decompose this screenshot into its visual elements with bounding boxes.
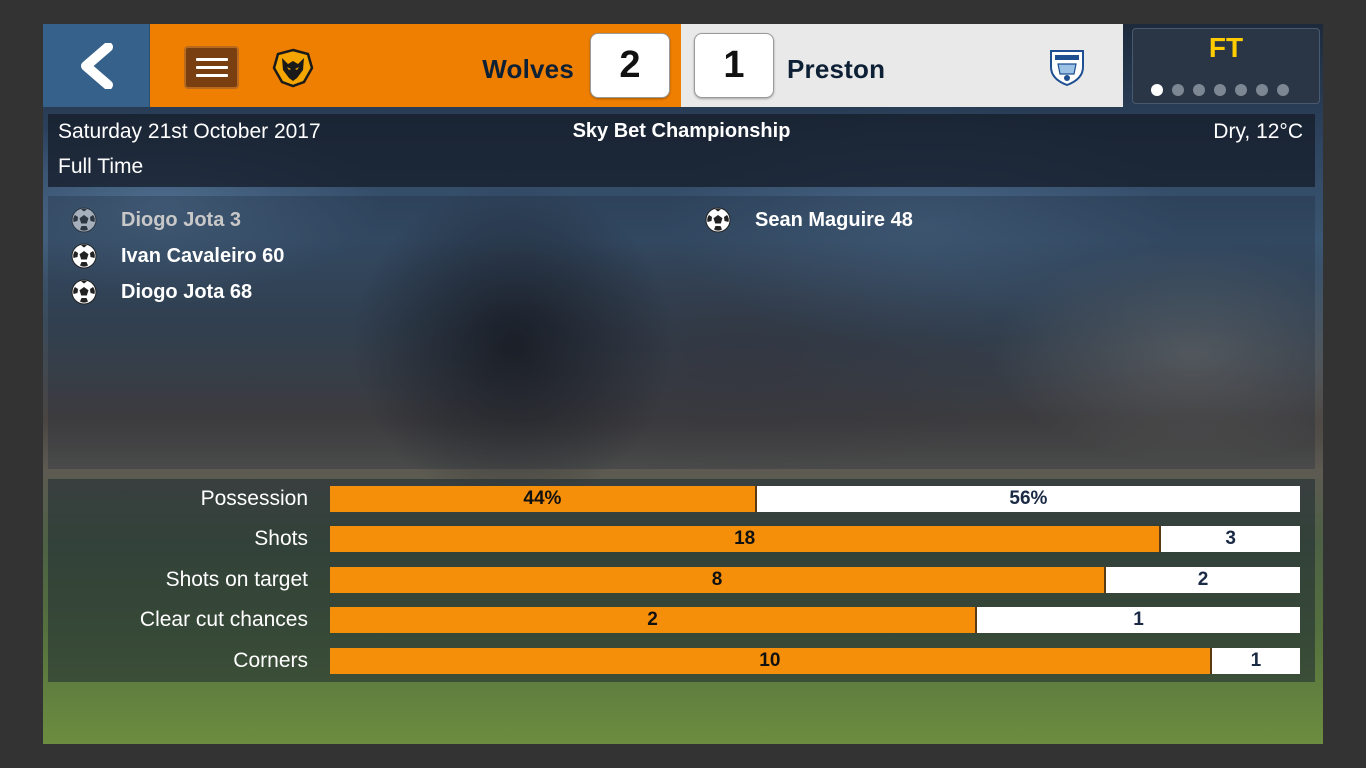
goal-row: Ivan Cavaleiro 60 <box>71 238 284 274</box>
stat-home-value: 44% <box>330 486 757 512</box>
page-dot[interactable] <box>1277 84 1289 96</box>
away-score: 1 <box>694 33 774 98</box>
goal-scorer: Diogo Jota 3 <box>121 208 242 231</box>
match-status-label: FT <box>1208 32 1244 63</box>
stat-row: Shots 18 3 <box>48 526 1315 552</box>
match-status-text: Full Time <box>58 155 144 178</box>
football-icon <box>71 207 97 233</box>
football-icon <box>71 243 97 269</box>
stat-away-value: 2 <box>1106 567 1300 593</box>
wolves-crest-icon <box>272 48 314 88</box>
hamburger-line <box>195 58 228 61</box>
page-dot[interactable] <box>1151 84 1163 96</box>
preston-crest-icon <box>1050 50 1084 87</box>
home-goal-list: Diogo Jota 3 Ivan Cavaleiro 60 Diogo Jota … <box>71 202 284 310</box>
away-goal-list: Sean Maguire 48 <box>705 202 913 238</box>
match-info-strip: Saturday 21st October 2017 Full Time Sky… <box>48 114 1315 187</box>
away-team-panel: 1 Preston <box>681 24 1123 107</box>
goal-row: Diogo Jota 68 <box>71 274 284 310</box>
football-icon <box>705 207 731 233</box>
stat-row: Clear cut chances 2 1 <box>48 607 1315 633</box>
page-dot[interactable] <box>1193 84 1205 96</box>
football-icon <box>71 279 97 305</box>
hamburger-line <box>195 74 228 77</box>
match-stats-panel: Possession 44% 56% Shots 18 3 Shots on target 8… <box>48 479 1315 682</box>
stat-row: Shots on target 8 2 <box>48 567 1315 593</box>
goal-scorer: Sean Maguire 48 <box>755 208 913 231</box>
stat-bar: 21 <box>330 607 1300 633</box>
stat-bar: 18 3 <box>330 526 1300 552</box>
stat-row: Corners 10 1 <box>48 648 1315 674</box>
scoreboard-bar: Wolves 2 1 Preston FT <box>43 24 1323 107</box>
goal-scorer: Diogo Jota 68 <box>121 280 253 303</box>
stat-label: Clear cut chances <box>139 608 308 631</box>
page-dot[interactable] <box>1256 84 1268 96</box>
back-button[interactable] <box>43 24 150 107</box>
match-status-box[interactable]: FT <box>1132 28 1320 104</box>
goal-row: Sean Maguire 48 <box>705 202 913 238</box>
hamburger-line <box>195 66 228 69</box>
competition-name: Sky Bet Championship <box>572 120 791 142</box>
stat-bar: 44% 56% <box>330 486 1300 512</box>
stat-away-value: 1 <box>976 607 1300 633</box>
stat-bar: 10 1 <box>330 648 1300 674</box>
page-dot[interactable] <box>1235 84 1247 96</box>
home-score: 2 <box>590 33 670 98</box>
stat-label: Shots on target <box>165 568 308 591</box>
goal-scorer: Ivan Cavaleiro 60 <box>121 244 285 267</box>
stat-home-value: 18 <box>330 526 1162 552</box>
weather: Dry, 12°C <box>1213 120 1303 143</box>
stat-home-value: 2 <box>330 607 977 633</box>
match-screen: Wolves 2 1 Preston FT Saturday 21st Octo… <box>43 24 1323 744</box>
stat-bar: 82 <box>330 567 1300 593</box>
goal-scorers-panel: Diogo Jota 3 Ivan Cavaleiro 60 Diogo Jota … <box>48 196 1315 469</box>
stat-label: Corners <box>233 649 308 672</box>
stat-away-value: 1 <box>1211 648 1300 674</box>
stat-home-value: 8 <box>330 567 1106 593</box>
away-team-name: Preston <box>787 54 886 84</box>
stat-away-value: 3 <box>1161 526 1300 552</box>
chevron-left-icon <box>81 42 113 89</box>
page-dot[interactable] <box>1172 84 1184 96</box>
stat-home-value: 10 <box>330 648 1212 674</box>
home-team-name: Wolves <box>482 54 574 84</box>
stat-label: Possession <box>200 487 308 510</box>
stat-row: Possession 44% 56% <box>48 486 1315 512</box>
stat-away-value: 56% <box>756 486 1300 512</box>
home-team-panel: Wolves 2 <box>150 24 681 107</box>
stat-label: Shots <box>254 527 308 550</box>
menu-button[interactable] <box>184 46 239 89</box>
page-indicator <box>1151 84 1289 96</box>
page-dot[interactable] <box>1214 84 1226 96</box>
goal-row: Diogo Jota 3 <box>71 202 284 238</box>
